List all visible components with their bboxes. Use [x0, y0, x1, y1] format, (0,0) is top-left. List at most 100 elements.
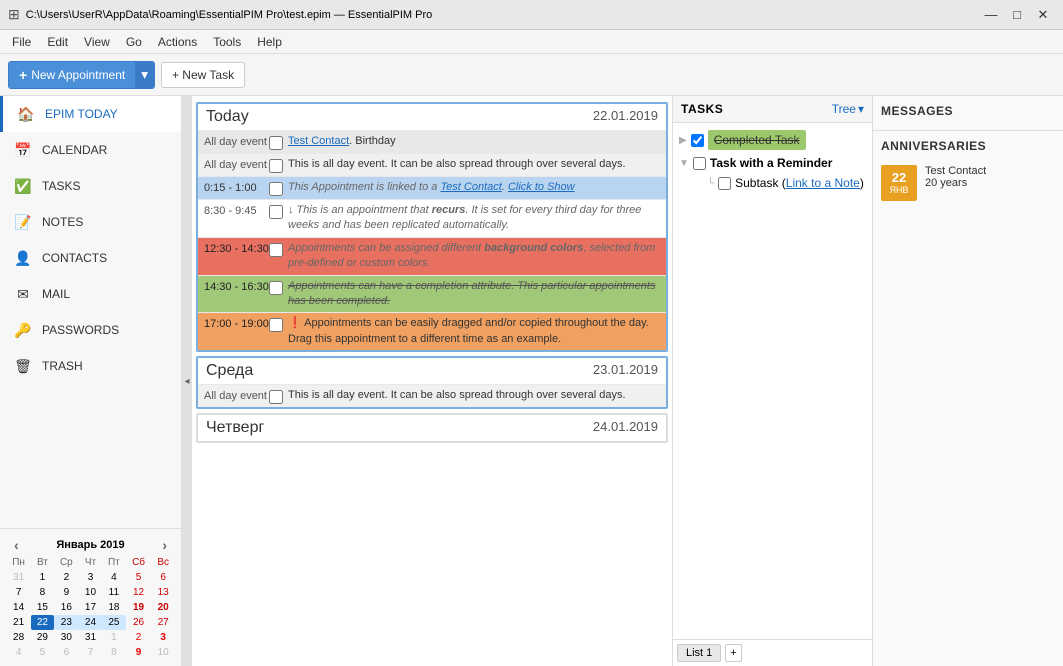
tasks-view-dropdown[interactable]: Tree ▾	[832, 102, 864, 116]
event-checkbox[interactable]	[269, 182, 283, 196]
mini-cal-day[interactable]: 30	[54, 630, 79, 645]
mini-cal-day[interactable]: 8	[102, 645, 126, 660]
mini-cal-day[interactable]: 4	[102, 570, 126, 585]
sidebar-item-epim-today[interactable]: 🏠 EPIM TODAY	[0, 96, 181, 132]
mini-cal-day[interactable]: 28	[6, 630, 31, 645]
task-note-link[interactable]: Link to a Note	[786, 176, 860, 190]
mini-cal-day[interactable]: 26	[126, 615, 152, 630]
new-appointment-button[interactable]: + New Appointment	[9, 62, 135, 88]
menu-edit[interactable]: Edit	[39, 33, 76, 51]
mini-cal-day[interactable]: 10	[151, 645, 175, 660]
add-list-button[interactable]: +	[725, 644, 741, 662]
anniversary-detail: 20 years	[925, 177, 986, 189]
mini-cal-dow-2: Вт	[31, 555, 53, 570]
mini-cal-day[interactable]: 8	[31, 585, 53, 600]
anniversaries-section: ANNIVERSARIES 22 ЯНВ Test Contact 20 yea…	[873, 131, 1063, 209]
mini-cal-day[interactable]: 9	[54, 585, 79, 600]
chevron-down-icon: ▾	[858, 102, 864, 116]
home-icon: 🏠	[15, 103, 37, 125]
mini-cal-day[interactable]: 12	[126, 585, 152, 600]
mini-cal-day[interactable]: 13	[151, 585, 175, 600]
mini-cal-day[interactable]: 24	[79, 615, 102, 630]
mini-cal-day[interactable]: 25	[102, 615, 126, 630]
mini-cal-day[interactable]: 21	[6, 615, 31, 630]
mini-cal-day[interactable]: 1	[31, 570, 53, 585]
mini-cal-day[interactable]: 1	[102, 630, 126, 645]
new-appointment-dropdown[interactable]: ▾	[135, 62, 154, 88]
mini-cal-day[interactable]: 5	[31, 645, 53, 660]
menu-tools[interactable]: Tools	[205, 33, 249, 51]
mini-cal-day[interactable]: 14	[6, 600, 31, 615]
mini-cal-day[interactable]: 10	[79, 585, 102, 600]
sidebar-item-notes[interactable]: 📝 NOTES	[0, 204, 181, 240]
mini-cal-day-today[interactable]: 22	[31, 615, 53, 630]
event-checkbox[interactable]	[269, 281, 283, 295]
task-checkbox-completed[interactable]	[691, 134, 704, 147]
mini-cal-day[interactable]: 27	[151, 615, 175, 630]
menu-actions[interactable]: Actions	[150, 33, 205, 51]
event-show-link[interactable]: Click to Show	[508, 181, 575, 193]
mini-cal-day[interactable]: 9	[126, 645, 152, 660]
day-date-today: 22.01.2019	[593, 108, 658, 126]
mini-cal-day[interactable]: 19	[126, 600, 152, 615]
mini-cal-day[interactable]: 29	[31, 630, 53, 645]
mini-cal-day[interactable]: 31	[79, 630, 102, 645]
event-text: Appointments can have a completion attri…	[288, 279, 660, 310]
list-tab[interactable]: List 1	[677, 644, 721, 662]
event-checkbox[interactable]	[269, 159, 283, 173]
task-checkbox-reminder[interactable]	[693, 157, 706, 170]
mini-cal-day[interactable]: 23	[54, 615, 79, 630]
expand-icon: ▼	[679, 158, 689, 169]
menu-help[interactable]: Help	[249, 33, 290, 51]
mini-cal-day[interactable]: 6	[151, 570, 175, 585]
mini-cal-day[interactable]: 7	[6, 585, 31, 600]
event-time-label: All day event	[204, 388, 269, 402]
event-contact-link[interactable]: Test Contact	[288, 135, 349, 147]
event-checkbox[interactable]	[269, 318, 283, 332]
mini-cal-day[interactable]: 20	[151, 600, 175, 615]
event-checkbox[interactable]	[269, 136, 283, 150]
tasks-body: ▶ Completed Task ▼ Task with a Reminder …	[673, 123, 872, 639]
sidebar-collapse-button[interactable]: ◂	[182, 96, 192, 666]
event-contact-link[interactable]: Test Contact	[440, 181, 501, 193]
anniversary-name: Test Contact	[925, 165, 986, 177]
sidebar-item-mail[interactable]: ✉ MAIL	[0, 276, 181, 312]
mini-cal-day[interactable]: 15	[31, 600, 53, 615]
mini-cal-day[interactable]: 5	[126, 570, 152, 585]
mini-cal-day[interactable]: 4	[6, 645, 31, 660]
menu-view[interactable]: View	[76, 33, 118, 51]
maximize-button[interactable]: □	[1005, 5, 1029, 25]
mail-icon: ✉	[12, 283, 34, 305]
mini-cal-day[interactable]: 2	[54, 570, 79, 585]
mini-cal-day[interactable]: 7	[79, 645, 102, 660]
trash-icon: 🗑	[12, 355, 34, 377]
mini-cal-prev[interactable]: ‹	[10, 537, 23, 553]
event-checkbox[interactable]	[269, 205, 283, 219]
mini-cal-day[interactable]: 3	[79, 570, 102, 585]
day-section-wednesday: Среда 23.01.2019 All day event This is a…	[196, 356, 668, 409]
mini-cal-day[interactable]: 18	[102, 600, 126, 615]
menu-go[interactable]: Go	[118, 33, 150, 51]
sidebar-label-notes: NOTES	[42, 215, 83, 229]
mini-cal-month-year: Январь 2019	[56, 539, 124, 551]
mini-cal-day[interactable]: 3	[151, 630, 175, 645]
event-checkbox[interactable]	[269, 390, 283, 404]
task-checkbox-subtask[interactable]	[718, 177, 731, 190]
minimize-button[interactable]: —	[979, 5, 1003, 25]
mini-cal-next[interactable]: ›	[158, 537, 171, 553]
new-task-button[interactable]: + New Task	[161, 62, 245, 88]
mini-cal-day[interactable]: 17	[79, 600, 102, 615]
sidebar-item-passwords[interactable]: 🔑 PASSWORDS	[0, 312, 181, 348]
sidebar-item-trash[interactable]: 🗑 TRASH	[0, 348, 181, 384]
event-checkbox[interactable]	[269, 243, 283, 257]
mini-cal-day[interactable]: 16	[54, 600, 79, 615]
mini-cal-day[interactable]: 6	[54, 645, 79, 660]
sidebar-item-calendar[interactable]: 📅 CALENDAR	[0, 132, 181, 168]
sidebar-item-contacts[interactable]: 👤 CONTACTS	[0, 240, 181, 276]
menu-file[interactable]: File	[4, 33, 39, 51]
close-button[interactable]: ✕	[1031, 5, 1055, 25]
mini-cal-day[interactable]: 31	[6, 570, 31, 585]
mini-cal-day[interactable]: 11	[102, 585, 126, 600]
sidebar-item-tasks[interactable]: ✅ TASKS	[0, 168, 181, 204]
mini-cal-day[interactable]: 2	[126, 630, 152, 645]
